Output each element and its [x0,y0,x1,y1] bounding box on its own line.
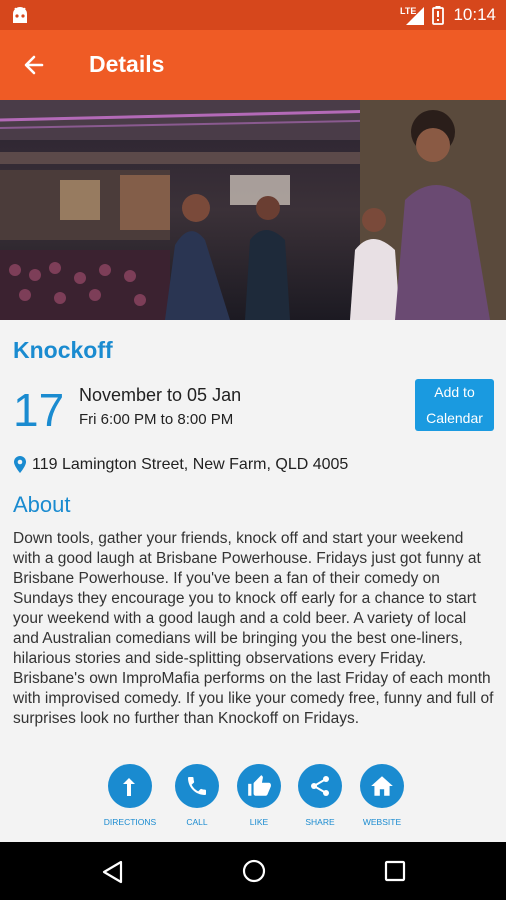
like-button[interactable]: LIKE [226,764,292,827]
website-button[interactable]: WEBSITE [349,764,415,827]
like-label: LIKE [249,817,269,827]
website-label: WEBSITE [362,817,402,827]
event-date-range: November to 05 Jan [79,385,242,405]
call-button[interactable]: CALL [164,764,230,827]
event-day: 17 [13,384,65,436]
about-heading: About [13,492,71,517]
event-address[interactable]: 119 Lamington Street, New Farm, QLD 4005 [32,456,348,474]
event-title: Knockoff [13,337,113,363]
thumbs-up-icon [248,775,271,796]
nav-home-icon[interactable] [242,859,266,883]
about-description: Down tools, gather your friends, knock o… [13,530,494,727]
action-bar: DIRECTIONS CALL LIKE SHARE WEBSITE [0,764,506,834]
share-button[interactable]: SHARE [287,764,353,827]
system-nav-bar [0,842,506,900]
clock: 10:14 [453,5,496,24]
share-label: SHARE [305,817,335,827]
add-to-calendar-button[interactable]: Add to Calendar [415,379,494,431]
event-photo [0,100,506,320]
back-arrow-icon[interactable] [22,53,46,77]
battery-icon [432,6,444,25]
page-title: Details [89,51,165,77]
android-notification-icon [13,7,27,23]
call-label: CALL [186,817,208,827]
status-bar: LTE 10:14 [0,0,506,30]
home-icon [371,776,393,796]
location-pin-icon [14,456,26,473]
signal-icon [406,7,424,25]
share-icon [311,776,329,796]
directions-label: DIRECTIONS [103,817,157,827]
nav-back-icon[interactable] [101,860,123,884]
app-bar: Details [0,30,506,100]
nav-recents-icon[interactable] [384,860,406,882]
phone-icon [188,777,206,795]
directions-button[interactable]: DIRECTIONS [97,764,163,827]
event-times: Fri 6:00 PM to 8:00 PM [79,411,234,428]
event-details: Knockoff 17 November to 05 Jan Fri 6:00 … [0,320,506,842]
directions-icon [123,778,135,796]
